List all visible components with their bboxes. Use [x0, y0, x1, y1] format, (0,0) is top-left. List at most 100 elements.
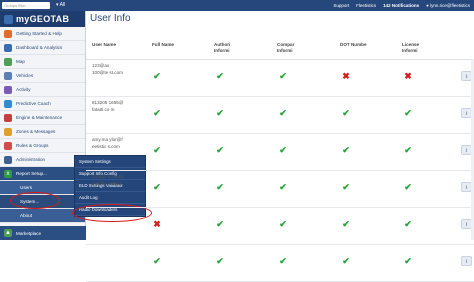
nav-icon	[4, 71, 12, 80]
column-header-dot-number[interactable]: DOT Numbe	[340, 42, 368, 48]
check-icon: ✔	[342, 256, 350, 266]
support-link[interactable]: Support	[333, 1, 349, 10]
column-header-license-info[interactable]: License Informi	[402, 42, 432, 54]
info-button[interactable]: i	[461, 256, 472, 266]
check-icon: ✔	[279, 145, 287, 155]
nav-icon	[4, 29, 12, 38]
top-bar: Groups filter ▾ All Support Fleetistics …	[0, 0, 474, 11]
user-name-cell: 123@ax 100@te st.com	[92, 63, 123, 75]
nav-icon	[4, 99, 12, 108]
sidebar-item-label: About	[20, 213, 33, 218]
sidebar-item-rules-groups[interactable]: Rules & Groups	[0, 139, 85, 153]
notifications-link[interactable]: 142 Notifications	[383, 1, 419, 10]
main-content: User Info User Name Full Name Authori In…	[86, 11, 474, 282]
logo-text: myGEOTAB	[16, 14, 70, 24]
sidebar-item-label: Engine & Maintenance	[16, 115, 63, 120]
user-name: lynn.rice@fleetistics	[430, 3, 470, 8]
check-icon: ✔	[279, 182, 287, 192]
check-icon: ✔	[153, 71, 161, 81]
sidebar-item-label: Map	[16, 59, 25, 64]
sidebar-item-system[interactable]: System...	[0, 195, 85, 209]
groups-filter-dropdown[interactable]: ▾ All	[56, 1, 65, 10]
check-icon: ✔	[404, 219, 412, 229]
sidebar-item-users[interactable]: Users	[0, 181, 85, 195]
sidebar-item-vehicles[interactable]: Vehicles	[0, 69, 85, 83]
check-icon: ✔	[153, 108, 161, 118]
sidebar-item-label: Dashboard & Analytics	[16, 45, 63, 50]
spreadsheet-icon: x	[4, 169, 12, 178]
sidebar-item-administration[interactable]: Administration	[0, 153, 85, 167]
sidebar-item-label: Users	[20, 185, 32, 190]
table-row[interactable]: ✔ ✔ ✔ ✔ ✔ i	[86, 244, 474, 282]
sidebar-item-marketplace[interactable]: ▲ Marketplace	[0, 226, 86, 240]
nav-icon	[4, 127, 12, 136]
sidebar-item-label: Predictive Coach	[16, 101, 51, 106]
check-icon: ✔	[342, 219, 350, 229]
column-header-user-name[interactable]: User Name	[92, 42, 122, 48]
check-icon: ✔	[279, 71, 287, 81]
sidebar-item-about[interactable]: About	[0, 209, 85, 223]
sidebar-item-predictive-coach[interactable]: Predictive Coach	[0, 97, 85, 111]
filter-value: All	[59, 2, 66, 8]
cross-icon: ✖	[404, 71, 412, 81]
page-title: User Info	[90, 13, 131, 24]
sidebar-item-report-setup[interactable]: x Report Setup...	[0, 167, 85, 181]
sidebar-item-activity[interactable]: Activity	[0, 83, 85, 97]
logo-icon	[4, 14, 13, 24]
check-icon: ✔	[279, 256, 287, 266]
sidebar-item-label: System...	[20, 199, 40, 204]
sidebar-item-getting-started-help[interactable]: Getting Started & Help	[0, 27, 85, 41]
sidebar-item-label: Getting Started & Help	[16, 31, 62, 36]
sidebar-item-map[interactable]: Map	[0, 55, 85, 69]
check-icon: ✔	[342, 182, 350, 192]
nav-icon	[4, 85, 12, 94]
top-links: Support Fleetistics 142 Notifications ● …	[333, 1, 470, 10]
sidebar-item-zones-messages[interactable]: Zones & Messages	[0, 125, 85, 139]
table-row[interactable]: 123@ax 100@te st.com ✔ ✔ ✔ ✖ ✖ i	[86, 59, 474, 97]
sidebar-item-label: Zones & Messages	[16, 129, 56, 134]
user-name-cell: brando n.santie go@fle etistics.	[92, 174, 124, 186]
marketplace-icon: ▲	[4, 229, 12, 237]
sidebar-item-label: Report Setup...	[16, 171, 47, 176]
table-row[interactable]: ✖ ✔ ✔ ✔ ✔ i	[86, 207, 474, 245]
sidebar-item-engine-maintenance[interactable]: Engine & Maintenance	[0, 111, 85, 125]
column-header-full-name[interactable]: Full Name	[152, 42, 178, 48]
user-name-cell: amy.ma ylor@f eetistic s.com	[92, 137, 123, 149]
sidebar-item-label: Activity	[16, 87, 31, 92]
database-link[interactable]: Fleetistics	[356, 1, 376, 10]
check-icon: ✔	[153, 145, 161, 155]
table-row[interactable]: 813205 1655@ fatatti.co m ✔ ✔ ✔ ✔ ✔ i	[86, 96, 474, 134]
check-icon: ✔	[216, 182, 224, 192]
nav-icon	[4, 43, 12, 52]
sidebar-item-label: Administration	[16, 157, 46, 162]
table-header: User Name Full Name Authori Informi Comp…	[86, 31, 474, 60]
logo[interactable]: myGEOTAB	[0, 11, 85, 27]
cross-icon: ✖	[342, 71, 350, 81]
user-name-cell: 813205 1655@ fatatti.co m	[92, 100, 124, 112]
nav-icon	[4, 155, 12, 164]
sidebar-item-label: Vehicles	[16, 73, 34, 78]
check-icon: ✔	[216, 256, 224, 266]
column-header-authority-info[interactable]: Authori Informi	[214, 42, 242, 54]
table-row[interactable]: brando n.santie go@fle etistics. ✔ ✔ ✔ ✔ ✔ i	[86, 170, 474, 208]
check-icon: ✔	[279, 108, 287, 118]
check-icon: ✔	[216, 71, 224, 81]
user-menu[interactable]: ● lynn.rice@fleetistics	[426, 1, 470, 10]
nav-icon	[4, 113, 12, 122]
user-icon: ●	[426, 3, 429, 8]
check-icon: ✔	[404, 108, 412, 118]
check-icon: ✔	[153, 256, 161, 266]
table-row[interactable]: amy.ma ylor@f eetistic s.com ✔ ✔ ✔ ✔ ✔ i	[86, 133, 474, 171]
column-header-company-info[interactable]: Compar Informi	[277, 42, 305, 54]
check-icon: ✔	[404, 145, 412, 155]
check-icon: ✔	[342, 108, 350, 118]
nav-icon	[4, 141, 12, 150]
check-icon: ✔	[404, 182, 412, 192]
cross-icon: ✖	[153, 219, 161, 229]
sidebar-item-label: Marketplace	[16, 230, 42, 236]
check-icon: ✔	[216, 108, 224, 118]
sidebar-item-label: Rules & Groups	[16, 143, 49, 148]
check-icon: ✔	[216, 145, 224, 155]
groups-filter-input[interactable]: Groups filter	[2, 2, 50, 9]
sidebar-item-dashboard-analytics[interactable]: Dashboard & Analytics	[0, 41, 85, 55]
